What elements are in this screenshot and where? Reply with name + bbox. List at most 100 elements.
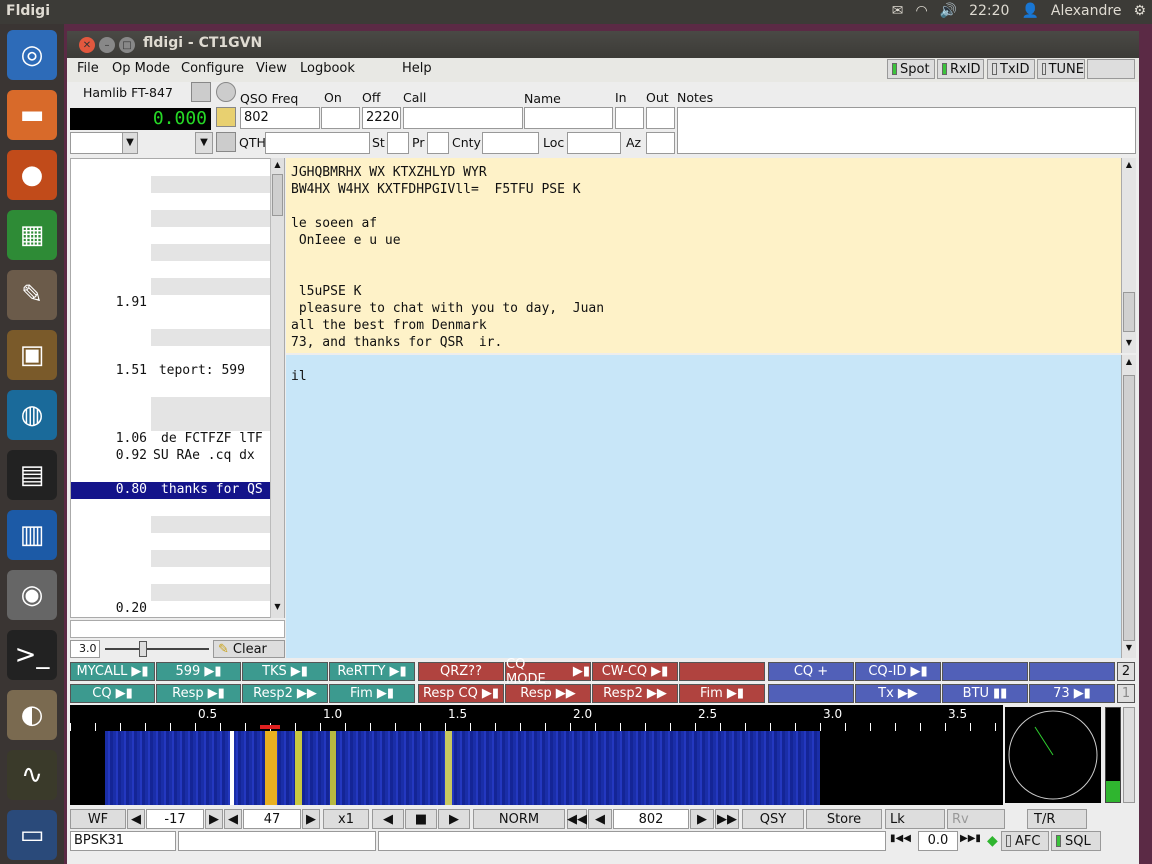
dosbox-icon[interactable]: ▣ [7, 330, 57, 380]
squelch-slider-handle[interactable] [139, 641, 147, 657]
macro-rertty[interactable]: ReRTTY ▶▮ [329, 662, 415, 681]
stop-icon[interactable]: ■ [405, 809, 437, 829]
macro-tx[interactable]: Tx ▶▶ [855, 684, 941, 703]
txid-toggle[interactable]: TxID [987, 59, 1035, 79]
macro-bank-next[interactable]: 2 [1117, 662, 1135, 681]
pr-field[interactable] [427, 132, 449, 154]
macro-tks[interactable]: TKS ▶▮ [242, 662, 328, 681]
loc-field[interactable] [567, 132, 621, 154]
notes-field[interactable] [677, 107, 1136, 154]
waterfall[interactable] [70, 731, 1003, 805]
browser-scrollbar[interactable]: ▲ ▼ [270, 158, 284, 618]
list-item[interactable] [71, 414, 271, 431]
tx-text-pane[interactable]: il [286, 355, 1121, 658]
bandwidth-dropdown-icon[interactable]: ▼ [195, 132, 213, 154]
min-dec-icon[interactable]: ◀ [127, 809, 145, 829]
list-item[interactable] [71, 550, 271, 567]
min-inc-icon[interactable]: ▶ [205, 809, 223, 829]
macro-cq-plus[interactable]: CQ + [768, 662, 854, 681]
menu-logbook[interactable]: Logbook [300, 61, 355, 76]
list-item[interactable] [71, 176, 271, 193]
macro-fim-r[interactable]: Fim ▶▮ [679, 684, 765, 703]
scroll-up-icon[interactable]: ▲ [1123, 357, 1135, 366]
workspace-icon[interactable]: ▭ [7, 810, 57, 860]
macro-cw-cq[interactable]: CW-CQ ▶▮ [592, 662, 678, 681]
maximize-icon[interactable]: □ [119, 37, 135, 53]
browser-search-field[interactable] [70, 620, 285, 638]
wifi-icon[interactable]: ◠ [915, 3, 927, 19]
macro-resp-cq[interactable]: Resp CQ ▶▮ [418, 684, 504, 703]
name-field[interactable] [524, 107, 613, 129]
camera-icon[interactable]: ◉ [7, 570, 57, 620]
macro-qrz[interactable]: QRZ?? [418, 662, 504, 681]
wf-mode-button[interactable]: WF [70, 809, 126, 829]
list-item[interactable]: 0.20 [71, 601, 271, 617]
macro-empty-1[interactable] [679, 662, 765, 681]
range-inc-icon[interactable]: ▶ [302, 809, 320, 829]
carrier-freq-field[interactable]: 802 [613, 809, 689, 829]
log-icon[interactable] [216, 132, 236, 152]
macro-cq-mode[interactable]: CQ MODE ▶▮ [505, 657, 591, 687]
user-name[interactable]: Alexandre [1051, 3, 1122, 19]
macro-empty-2[interactable] [942, 662, 1028, 681]
rig-frequency-display[interactable]: 0.000 [70, 108, 211, 130]
fast-back-icon[interactable]: ◀◀ [567, 809, 587, 829]
terminal-icon[interactable]: >_ [7, 630, 57, 680]
list-item[interactable] [71, 397, 271, 414]
scroll-down-icon[interactable]: ▼ [272, 602, 283, 614]
list-item[interactable] [71, 278, 271, 295]
menu-configure[interactable]: Configure [181, 61, 244, 76]
macro-btu[interactable]: BTU ▮▮ [942, 684, 1028, 703]
files-icon[interactable]: ▬ [7, 90, 57, 140]
macro-cq[interactable]: CQ ▶▮ [70, 684, 155, 703]
st-field[interactable] [387, 132, 409, 154]
tune-toggle[interactable]: TUNE [1037, 59, 1085, 79]
firefox-icon[interactable]: ● [7, 150, 57, 200]
squelch-value[interactable]: 3.0 [70, 640, 100, 658]
scroll-up-icon[interactable]: ▲ [272, 160, 283, 172]
macro-resp2-r[interactable]: Resp2 ▶▶ [592, 684, 678, 703]
sql-toggle[interactable]: SQL [1051, 831, 1101, 851]
macro-fim[interactable]: Fim ▶▮ [329, 684, 415, 703]
out-field[interactable] [646, 107, 675, 129]
mode-status[interactable]: BPSK31 [70, 831, 176, 851]
scroll-up-icon[interactable]: ▲ [1123, 160, 1135, 169]
slow-right-icon[interactable]: ▶ [438, 809, 470, 829]
scroll-down-icon[interactable]: ▼ [1123, 643, 1135, 652]
volume-icon[interactable]: 🔊 [940, 3, 957, 19]
gimp-icon[interactable]: ◐ [7, 690, 57, 740]
menu-op-mode[interactable]: Op Mode [112, 61, 170, 76]
menu-file[interactable]: File [77, 61, 99, 76]
mode-dropdown-icon[interactable]: ▼ [122, 132, 138, 154]
slow-left-icon[interactable]: ◀ [372, 809, 404, 829]
signal-browser[interactable]: 1.91 1.51 teport: 599 1.06 de FCTFZF lTF… [70, 158, 285, 618]
list-item[interactable] [71, 244, 271, 261]
macro-bank-prev[interactable]: 1 [1117, 684, 1135, 703]
afc-value-field[interactable]: 0.0 [918, 831, 958, 851]
on-field[interactable] [321, 107, 360, 129]
mode-select[interactable] [70, 132, 125, 154]
rxid-toggle[interactable]: RxID [937, 59, 984, 79]
back-icon[interactable]: ◀ [588, 809, 612, 829]
list-item[interactable]: 1.06 de FCTFZF lTF [71, 431, 271, 448]
zoom-button[interactable]: x1 [323, 809, 369, 829]
film-icon[interactable]: ▤ [7, 450, 57, 500]
globe-icon[interactable]: ◍ [7, 390, 57, 440]
forward-icon[interactable]: ▶ [690, 809, 714, 829]
mail-icon[interactable]: ✉ [892, 3, 904, 19]
macro-cq-id[interactable]: CQ-ID ▶▮ [855, 662, 941, 681]
gear-icon[interactable]: ⚙ [1133, 3, 1146, 19]
norm-button[interactable]: NORM [473, 809, 565, 829]
list-item[interactable]: 1.51 teport: 599 [71, 363, 271, 380]
scroll-thumb[interactable] [1123, 292, 1135, 332]
az-field[interactable] [646, 132, 675, 154]
spot-toggle[interactable]: Spot [887, 59, 935, 79]
blank-toggle[interactable] [1087, 59, 1135, 79]
rx-scrollbar[interactable]: ▲ ▼ [1121, 158, 1136, 353]
tr-toggle[interactable]: T/R [1027, 809, 1087, 829]
list-item[interactable] [71, 516, 271, 533]
afc-forward-icon[interactable]: ▶▶▮ [960, 833, 981, 844]
list-item[interactable] [71, 584, 271, 601]
in-field[interactable] [615, 107, 644, 129]
frequency-scale[interactable]: 0.5 1.0 1.5 2.0 2.5 3.0 3.5 [70, 705, 1003, 731]
